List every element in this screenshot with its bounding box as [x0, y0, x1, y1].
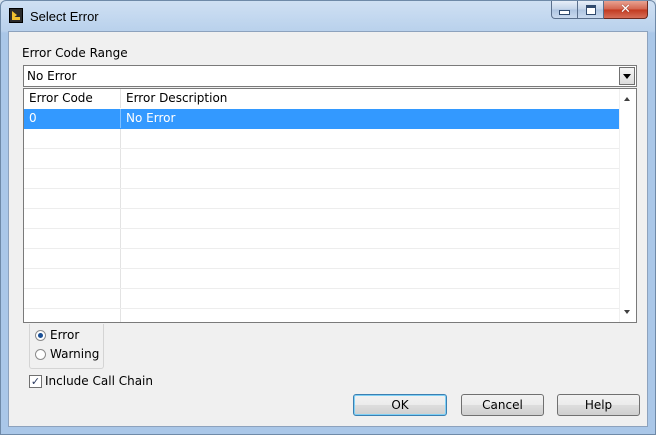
minimize-icon [559, 10, 570, 15]
window-controls: ✕ [551, 1, 648, 20]
chevron-down-icon [623, 73, 631, 79]
empty-table-row[interactable] [24, 189, 619, 209]
include-call-chain-checkbox[interactable]: ✓ [29, 374, 42, 388]
close-button[interactable]: ✕ [604, 1, 648, 19]
error-table[interactable]: Error Code Error Description 0 No Error [23, 88, 637, 323]
title-bar[interactable]: Select Error ✕ [1, 1, 655, 31]
table-body: 0 No Error [24, 109, 619, 322]
close-icon: ✕ [620, 2, 631, 17]
include-call-chain-option[interactable]: ✓ Include Call Chain [29, 374, 153, 388]
table-header: Error Code Error Description [24, 89, 619, 108]
ok-button[interactable]: OK [353, 394, 447, 416]
empty-table-row[interactable] [24, 309, 619, 322]
select-error-dialog: Select Error ✕ Error Code Range No Error… [0, 0, 656, 435]
empty-table-row[interactable] [24, 169, 619, 189]
app-icon [9, 8, 23, 23]
maximize-icon [585, 4, 596, 15]
help-button[interactable]: Help [557, 394, 640, 416]
empty-table-row[interactable] [24, 249, 619, 269]
cancel-button[interactable]: Cancel [461, 394, 544, 416]
radio-button-warning[interactable] [35, 348, 46, 360]
table-vertical-scrollbar[interactable] [619, 89, 636, 322]
error-code-range-value: No Error [27, 69, 77, 83]
radio-option-warning[interactable]: Warning [35, 347, 99, 361]
dropdown-arrow-button[interactable] [619, 67, 635, 85]
error-description-cell: No Error [126, 111, 176, 125]
radio-button-error[interactable] [35, 329, 46, 341]
radio-label-error: Error [50, 328, 80, 342]
radio-option-error[interactable]: Error [35, 328, 79, 342]
error-type-radio-group: Error Warning [29, 324, 104, 369]
table-row[interactable]: 0 No Error [24, 109, 619, 129]
empty-table-row[interactable] [24, 289, 619, 309]
dialog-content: Error Code Range No Error Error Code Err… [8, 31, 648, 427]
maximize-button[interactable] [578, 1, 604, 19]
radio-label-warning: Warning [50, 347, 100, 361]
empty-table-row[interactable] [24, 229, 619, 249]
scroll-down-icon[interactable] [624, 310, 630, 314]
error-code-range-dropdown[interactable]: No Error [23, 65, 637, 87]
empty-table-row[interactable] [24, 129, 619, 149]
scroll-up-icon[interactable] [624, 97, 630, 101]
column-header-error-code[interactable]: Error Code [24, 89, 121, 108]
empty-table-row[interactable] [24, 149, 619, 169]
window-title: Select Error [30, 9, 99, 24]
empty-table-row[interactable] [24, 209, 619, 229]
column-header-error-description[interactable]: Error Description [121, 89, 619, 108]
minimize-button[interactable] [551, 1, 578, 19]
include-call-chain-label: Include Call Chain [45, 374, 153, 388]
empty-table-row[interactable] [24, 269, 619, 289]
checkmark-icon: ✓ [30, 374, 41, 388]
error-code-range-label: Error Code Range [22, 46, 128, 60]
error-code-cell: 0 [24, 109, 121, 128]
